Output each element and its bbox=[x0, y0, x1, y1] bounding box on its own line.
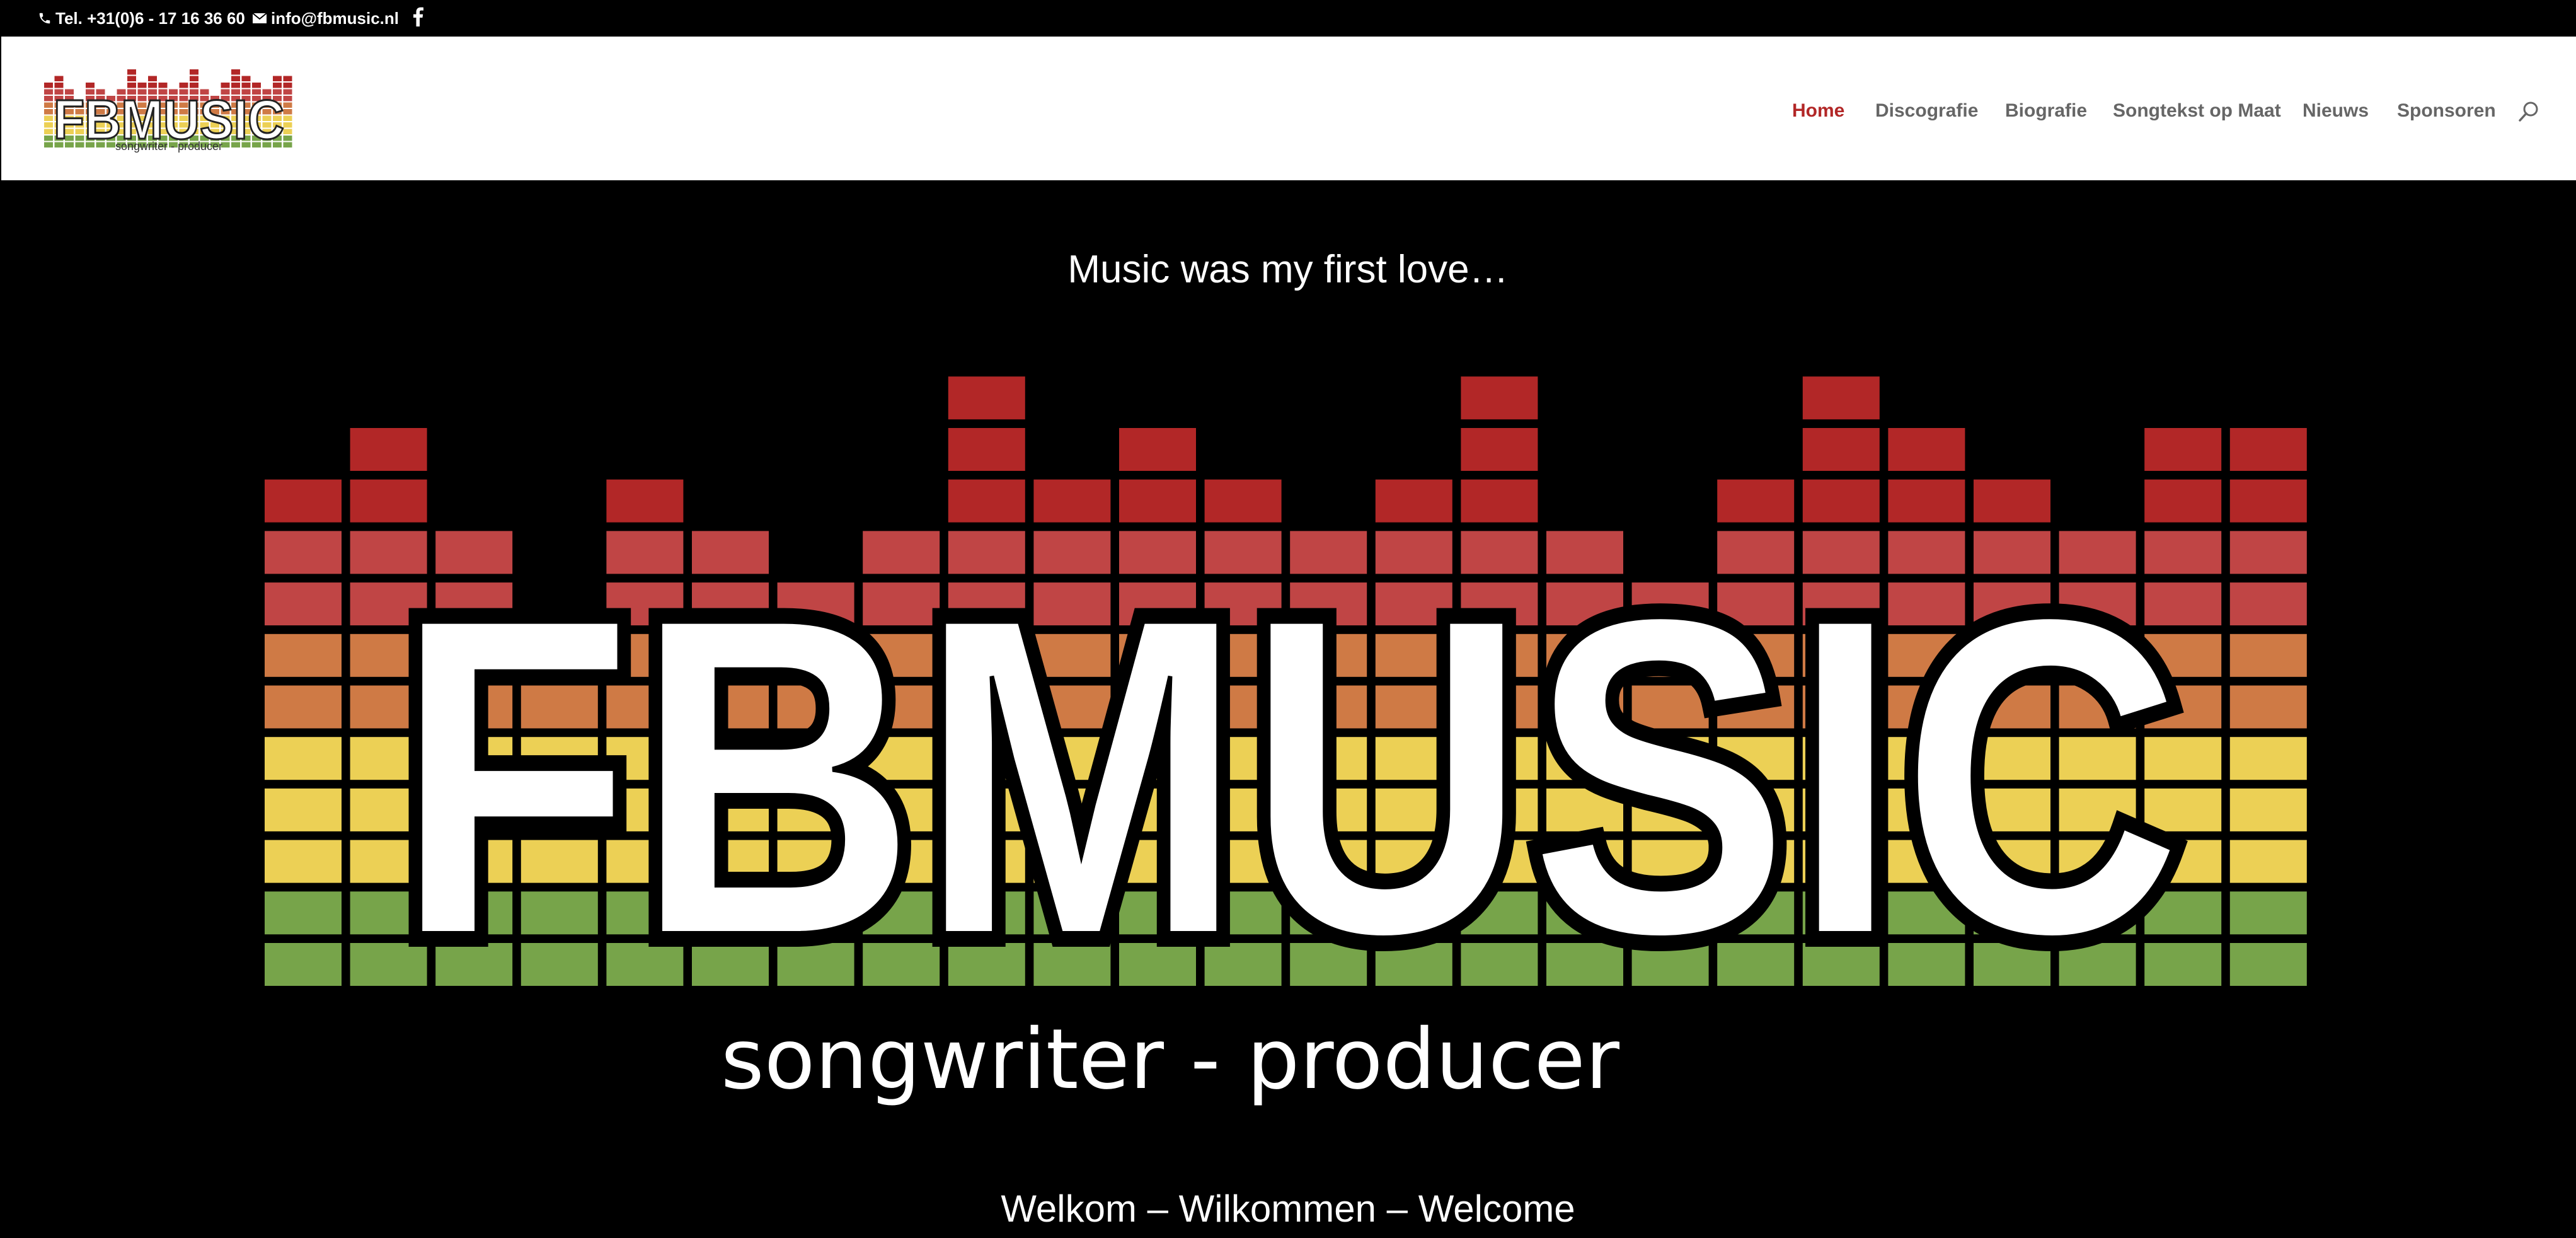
equalizer-bar bbox=[190, 69, 198, 75]
equalizer-bar bbox=[948, 479, 1025, 523]
equalizer-bar bbox=[2229, 479, 2307, 523]
top-bar: Tel. +31(0)6 - 17 16 36 60 info@fbmusic.… bbox=[0, 0, 2576, 37]
equalizer-bar bbox=[1461, 479, 1538, 523]
equalizer-bar bbox=[1204, 479, 1282, 523]
equalizer-bar bbox=[1119, 428, 1196, 471]
equalizer-bar bbox=[2229, 582, 2307, 626]
equalizer-bar bbox=[231, 76, 240, 81]
nav-item-nieuws[interactable]: Nieuws bbox=[2303, 98, 2369, 124]
equalizer-bar bbox=[350, 428, 427, 471]
equalizer-bar bbox=[137, 83, 147, 88]
facebook-icon bbox=[413, 7, 423, 26]
equalizer-bar bbox=[350, 479, 427, 523]
equalizer-bar bbox=[1888, 428, 1965, 471]
equalizer-bar bbox=[265, 737, 342, 780]
facebook-link[interactable] bbox=[412, 6, 423, 26]
site-header: FBMUSIC songwriter - producer Home Disco… bbox=[1, 37, 2576, 180]
equalizer-bar bbox=[1375, 479, 1452, 523]
equalizer-bar bbox=[948, 376, 1025, 420]
equalizer-bar bbox=[265, 633, 342, 677]
equalizer-bar bbox=[1888, 479, 1965, 523]
equalizer-bar bbox=[265, 788, 342, 831]
equalizer-bar bbox=[265, 840, 342, 883]
equalizer-bar bbox=[231, 69, 240, 75]
equalizer-bar bbox=[1802, 479, 1880, 523]
nav-item-songtekst-op-maat[interactable]: Songtekst op Maat bbox=[2113, 98, 2281, 124]
equalizer-bar bbox=[148, 76, 157, 81]
equalizer-bar bbox=[265, 685, 342, 729]
equalizer-bar bbox=[127, 83, 136, 88]
equalizer-bar bbox=[44, 129, 53, 134]
nav-item-home[interactable]: Home bbox=[1792, 98, 1844, 124]
mail-icon bbox=[252, 13, 267, 23]
equalizer-bar bbox=[190, 76, 198, 81]
equalizer-bar bbox=[54, 83, 64, 88]
phone-contact[interactable]: Tel. +31(0)6 - 17 16 36 60 bbox=[38, 9, 245, 28]
equalizer-bar bbox=[1461, 376, 1538, 420]
nav-item-biografie[interactable]: Biografie bbox=[2005, 98, 2087, 124]
equalizer-bar bbox=[241, 76, 251, 81]
equalizer-bar bbox=[283, 129, 292, 134]
equalizer-bar bbox=[265, 891, 342, 935]
equalizer-bar bbox=[86, 83, 95, 88]
equalizer-bar bbox=[606, 479, 684, 523]
equalizer-bar bbox=[283, 83, 292, 88]
phone-number: Tel. +31(0)6 - 17 16 36 60 bbox=[55, 9, 245, 28]
equalizer-bar bbox=[1119, 479, 1196, 523]
welcome-heading: Welkom – Wilkommen – Welcome bbox=[1001, 1188, 1575, 1230]
equalizer-bar bbox=[1717, 479, 1795, 523]
equalizer-bar bbox=[1974, 479, 2050, 523]
equalizer-bar bbox=[1461, 428, 1538, 471]
hero-logo: FBMUSIC FBMUSIC songwriter - producer bbox=[265, 376, 2307, 1108]
equalizer-bar bbox=[231, 83, 240, 88]
email-contact[interactable]: info@fbmusic.nl bbox=[252, 9, 399, 28]
equalizer-bar bbox=[44, 89, 53, 95]
equalizer-bar bbox=[241, 83, 251, 88]
equalizer-bar bbox=[148, 83, 157, 88]
logo-tagline: songwriter - producer bbox=[115, 140, 223, 153]
email-address: info@fbmusic.nl bbox=[271, 9, 400, 28]
equalizer-bar bbox=[127, 76, 136, 81]
equalizer-bar bbox=[2229, 891, 2307, 935]
equalizer-bar bbox=[2229, 737, 2307, 780]
equalizer-bar bbox=[273, 76, 282, 81]
equalizer-bar bbox=[283, 76, 292, 81]
hero-tagline: Music was my first love… bbox=[1067, 248, 1509, 291]
nav-item-discografie[interactable]: Discografie bbox=[1875, 98, 1978, 124]
site-logo[interactable]: FBMUSIC bbox=[44, 63, 294, 193]
equalizer-bar bbox=[2229, 633, 2307, 677]
phone-icon bbox=[39, 13, 50, 24]
hero-wordmark-inline: FBMUSIC bbox=[394, 523, 2183, 1030]
equalizer-bar bbox=[265, 582, 342, 626]
equalizer-bar bbox=[265, 479, 342, 523]
equalizer-bar bbox=[221, 83, 230, 88]
nav-item-sponsoren[interactable]: Sponsoren bbox=[2397, 98, 2496, 124]
equalizer-bar bbox=[127, 69, 136, 75]
equalizer-bar bbox=[2229, 685, 2307, 729]
equalizer-bar bbox=[283, 89, 292, 95]
equalizer-bar bbox=[179, 83, 188, 88]
equalizer-bar bbox=[265, 943, 342, 986]
equalizer-bar bbox=[190, 83, 198, 88]
equalizer-bar bbox=[1802, 428, 1880, 471]
equalizer-bar bbox=[2144, 479, 2222, 523]
equalizer-bar bbox=[44, 83, 53, 88]
equalizer-bar bbox=[54, 76, 64, 81]
equalizer-bar bbox=[2229, 788, 2307, 831]
main-navigation: Home Discografie Biografie Songtekst op … bbox=[1, 98, 2576, 124]
equalizer-bar bbox=[265, 531, 342, 574]
equalizer-bar bbox=[158, 83, 168, 88]
equalizer-bar bbox=[1033, 479, 1111, 523]
equalizer-bar bbox=[2229, 428, 2307, 471]
search-icon[interactable] bbox=[2518, 101, 2539, 122]
equalizer-bar bbox=[252, 83, 261, 88]
equalizer-bar bbox=[2229, 840, 2307, 883]
equalizer-bar bbox=[273, 83, 282, 88]
equalizer-bar bbox=[2229, 531, 2307, 574]
equalizer-bar bbox=[1802, 376, 1880, 420]
hero-subtitle: songwriter - producer bbox=[721, 1011, 1620, 1108]
equalizer-bar bbox=[948, 428, 1025, 471]
equalizer-bar bbox=[2144, 428, 2222, 471]
equalizer-bar bbox=[2229, 943, 2307, 986]
